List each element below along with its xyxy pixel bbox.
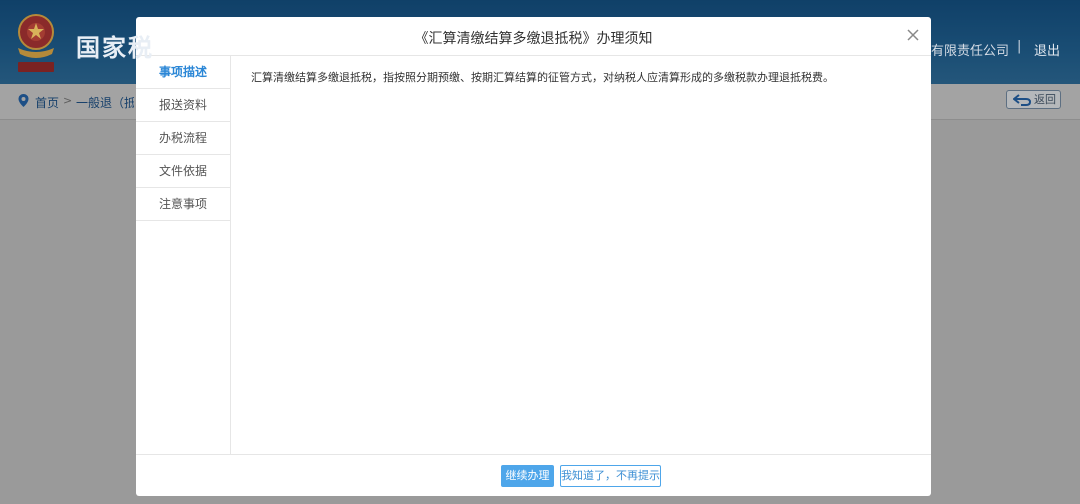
back-button[interactable]: 返回: [1006, 90, 1061, 109]
tab-process[interactable]: 办税流程: [136, 122, 230, 155]
tab-materials[interactable]: 报送资料: [136, 89, 230, 122]
dialog-footer: 继续办理 我知道了，不再提示: [136, 454, 931, 496]
dialog-header: 《汇算清缴结算多缴退抵税》办理须知: [136, 17, 931, 56]
back-button-label: 返回: [1034, 93, 1056, 106]
company-name: 有限责任公司: [931, 44, 1010, 59]
breadcrumb-home-link[interactable]: 首页: [35, 94, 59, 111]
dialog-content-text: 汇算清缴结算多缴退抵税，指按照分期预缴、按期汇算结算的征管方式，对纳税人应清算形…: [251, 71, 834, 84]
close-icon[interactable]: [906, 28, 920, 42]
tab-documents[interactable]: 文件依据: [136, 155, 230, 188]
notice-dialog: 《汇算清缴结算多缴退抵税》办理须知 事项描述 报送资料 办税流程 文件依据 注意…: [136, 17, 931, 496]
breadcrumb-arrow: >: [63, 94, 73, 107]
emblem-icon: [18, 14, 54, 72]
continue-button[interactable]: 继续办理: [501, 465, 554, 487]
breadcrumb-current: 一般退（抵: [76, 96, 134, 110]
dialog-tabs: 事项描述 报送资料 办税流程 文件依据 注意事项: [136, 56, 231, 455]
location-pin-icon: [18, 94, 29, 107]
tab-notes[interactable]: 注意事项: [136, 188, 230, 221]
logout-link[interactable]: 退出: [1034, 40, 1060, 59]
dismiss-button[interactable]: 我知道了，不再提示: [560, 465, 661, 487]
header-separator: |: [1017, 39, 1022, 54]
dialog-title: 《汇算清缴结算多缴退抵税》办理须知: [414, 31, 653, 47]
return-arrow-icon: [1013, 94, 1031, 106]
site-title: 国家税: [76, 34, 154, 62]
